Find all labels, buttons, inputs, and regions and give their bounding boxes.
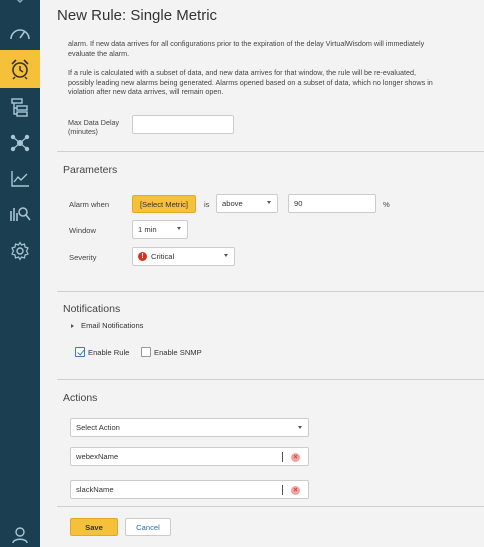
remove-icon[interactable]: ×: [291, 453, 300, 462]
sidebar-item-topology[interactable]: [0, 124, 40, 162]
caret-down-icon: [298, 426, 302, 429]
sidebar-item-alarms[interactable]: [0, 50, 40, 88]
enable-rule-checkbox[interactable]: Enable Rule: [75, 347, 129, 357]
description-line: If a rule is calculated with a subset of…: [68, 68, 416, 77]
sidebar-item-trends[interactable]: [0, 160, 40, 198]
section-divider: [57, 151, 484, 152]
max-data-delay-input[interactable]: [132, 115, 234, 134]
critical-alert-icon: !: [138, 252, 147, 261]
sidebar-item-dashboards[interactable]: [0, 14, 40, 52]
select-action-placeholder: Select Action: [76, 423, 120, 432]
user-icon: [12, 527, 28, 544]
select-metric-button[interactable]: [Select Metric]: [132, 195, 196, 213]
sidebar-item-analytics[interactable]: [0, 194, 40, 232]
drag-bar-icon: [282, 485, 283, 495]
severity-dropdown[interactable]: ! Critical: [132, 247, 235, 266]
line-chart-icon: [11, 171, 29, 187]
description-line: alarm. If new data arrives for all confi…: [68, 39, 425, 48]
caret-down-icon: [177, 227, 181, 230]
caret-down-icon: [224, 254, 228, 257]
topology-icon: [10, 134, 30, 152]
save-button[interactable]: Save: [70, 518, 118, 536]
severity-label: Severity: [69, 253, 97, 262]
unit-label: %: [383, 200, 390, 209]
label-line: Max Data Delay: [68, 118, 120, 127]
window-value: 1 min: [138, 225, 157, 234]
email-notifications-expander[interactable]: Email Notifications: [71, 321, 143, 330]
form-footer: Save Cancel: [57, 507, 484, 547]
action-item[interactable]: webexName ×: [70, 447, 309, 466]
main-content: New Rule: Single Metric alarm. If new da…: [40, 0, 484, 547]
description-line: violation after new data arrives, will r…: [68, 87, 224, 97]
action-name: slackName: [76, 485, 114, 494]
max-data-delay-label: Max Data Delay (minutes): [68, 118, 119, 136]
alarm-clock-icon: [11, 59, 29, 80]
severity-value: Critical: [151, 252, 175, 261]
parameters-title: Parameters: [63, 164, 118, 176]
comparison-dropdown[interactable]: above: [216, 194, 278, 213]
hierarchy-icon: [11, 98, 28, 117]
enable-snmp-checkbox[interactable]: Enable SNMP: [141, 347, 202, 357]
sidebar-item-user[interactable]: [0, 516, 40, 547]
caret-down-icon: [267, 201, 271, 204]
chevron-icon: [16, 0, 24, 4]
caret-right-icon: [71, 323, 74, 328]
is-label: is: [204, 200, 210, 209]
analytics-search-icon: [10, 207, 31, 221]
action-item[interactable]: slackName ×: [70, 480, 309, 499]
enable-rule-label: Enable Rule: [88, 347, 130, 357]
actions-title: Actions: [63, 392, 98, 404]
description-line: evaluate the alarm.: [68, 48, 130, 58]
sidebar-item-collapsed[interactable]: [0, 0, 40, 10]
subset-description: If a rule is calculated with a subset of…: [68, 68, 433, 97]
description-line: possibly leading new alarms being genera…: [68, 77, 433, 87]
window-dropdown[interactable]: 1 min: [132, 220, 188, 239]
cancel-button[interactable]: Cancel: [125, 518, 171, 536]
checkbox-checked-icon: [75, 347, 85, 357]
email-notifications-label: Email Notifications: [81, 321, 144, 330]
sidebar-item-settings[interactable]: [0, 232, 40, 270]
comparison-value: above: [222, 199, 243, 208]
delay-settings-panel: alarm. If new data arrives for all confi…: [57, 33, 484, 150]
remove-icon[interactable]: ×: [291, 486, 300, 495]
checkbox-unchecked-icon: [141, 347, 151, 357]
enable-snmp-label: Enable SNMP: [154, 347, 202, 357]
delay-description: alarm. If new data arrives for all confi…: [68, 39, 424, 58]
section-divider: [57, 379, 484, 380]
select-action-dropdown[interactable]: Select Action: [70, 418, 309, 437]
alarm-when-label: Alarm when: [69, 200, 110, 209]
window-label: Window: [69, 226, 97, 235]
app-window: New Rule: Single Metric alarm. If new da…: [0, 0, 484, 547]
dashboard-gauge-icon: [10, 29, 30, 40]
sidebar: [0, 0, 40, 547]
sidebar-item-hierarchy[interactable]: [0, 88, 40, 126]
page-title: New Rule: Single Metric: [57, 7, 218, 24]
threshold-input[interactable]: 90: [288, 194, 376, 213]
label-line: (minutes): [68, 127, 98, 136]
settings-gear-icon: [11, 241, 29, 261]
notifications-title: Notifications: [63, 303, 121, 315]
drag-bar-icon: [282, 452, 283, 462]
action-name: webexName: [76, 452, 119, 461]
section-divider: [57, 291, 484, 292]
